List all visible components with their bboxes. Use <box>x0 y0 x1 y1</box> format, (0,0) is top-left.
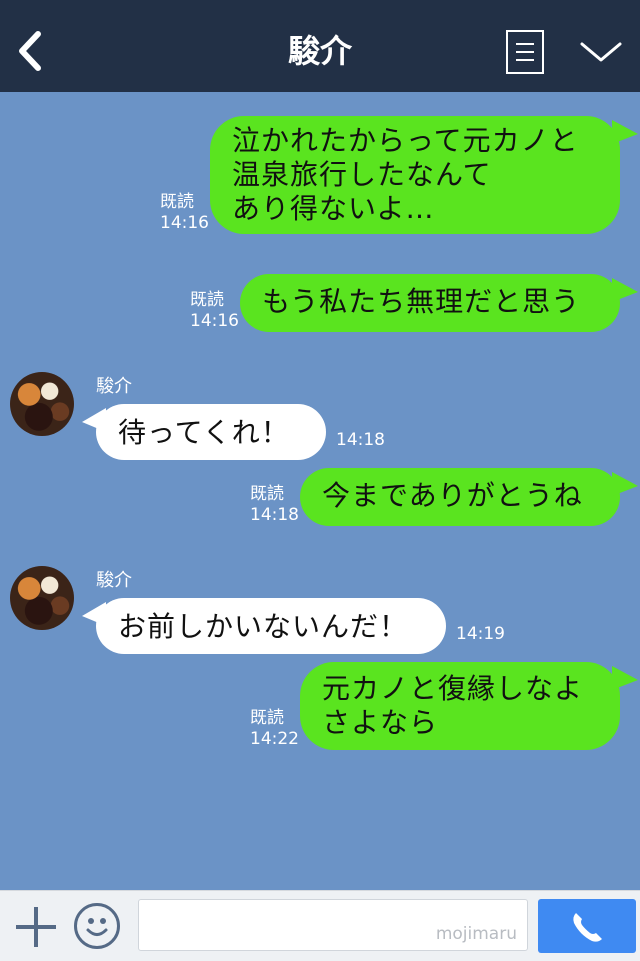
emoji-button[interactable] <box>74 903 120 949</box>
watermark: mojimaru <box>435 924 517 944</box>
message-time: 14:19 <box>456 624 505 644</box>
bubble-tail <box>612 472 638 496</box>
read-receipt: 既読 <box>160 192 194 212</box>
message-time: 14:16 <box>190 311 239 331</box>
collapse-button[interactable] <box>578 34 624 68</box>
avatar[interactable] <box>10 566 74 630</box>
read-receipt: 既読 <box>190 290 224 310</box>
menu-button[interactable] <box>506 30 544 74</box>
call-button[interactable] <box>538 899 636 953</box>
message-meta: 既読 14:16 <box>190 290 239 332</box>
chat-title: 駿介 <box>287 32 352 70</box>
bubble-tail <box>612 120 638 144</box>
message-bubble-sent[interactable]: 今までありがとうね <box>300 468 620 526</box>
add-button[interactable] <box>14 905 58 949</box>
message-bubble-received[interactable]: 待ってくれ！ <box>96 404 326 460</box>
emoji-icon <box>86 918 108 936</box>
sender-name: 駿介 <box>96 376 132 397</box>
bubble-tail <box>612 666 638 690</box>
read-receipt: 既読 <box>250 708 284 728</box>
sender-name: 駿介 <box>96 570 132 591</box>
chat-area[interactable]: 既読 14:16 泣かれたからって元カノと 温泉旅行したなんて あり得ないよ… … <box>0 92 640 890</box>
chevron-down-icon <box>580 42 622 62</box>
read-receipt: 既読 <box>250 484 284 504</box>
phone-icon <box>573 913 602 942</box>
avatar[interactable] <box>10 372 74 436</box>
bubble-tail <box>612 278 638 302</box>
message-bubble-sent[interactable]: もう私たち無理だと思う <box>240 274 620 332</box>
message-meta: 既読 14:22 <box>250 708 299 750</box>
message-meta: 既読 14:18 <box>250 484 299 526</box>
message-meta: 既読 14:16 <box>160 192 209 234</box>
message-time: 14:18 <box>250 505 299 525</box>
message-time: 14:22 <box>250 729 299 749</box>
input-bar: mojimaru <box>0 890 640 961</box>
message-input[interactable]: mojimaru <box>138 899 528 951</box>
message-bubble-sent[interactable]: 泣かれたからって元カノと 温泉旅行したなんて あり得ないよ… <box>210 116 620 234</box>
message-time: 14:16 <box>160 213 209 233</box>
chat-header: 駿介 <box>0 0 640 92</box>
message-bubble-received[interactable]: お前しかいないんだ！ <box>96 598 446 654</box>
message-time: 14:18 <box>336 430 385 450</box>
message-bubble-sent[interactable]: 元カノと復縁しなよ さよなら <box>300 662 620 750</box>
